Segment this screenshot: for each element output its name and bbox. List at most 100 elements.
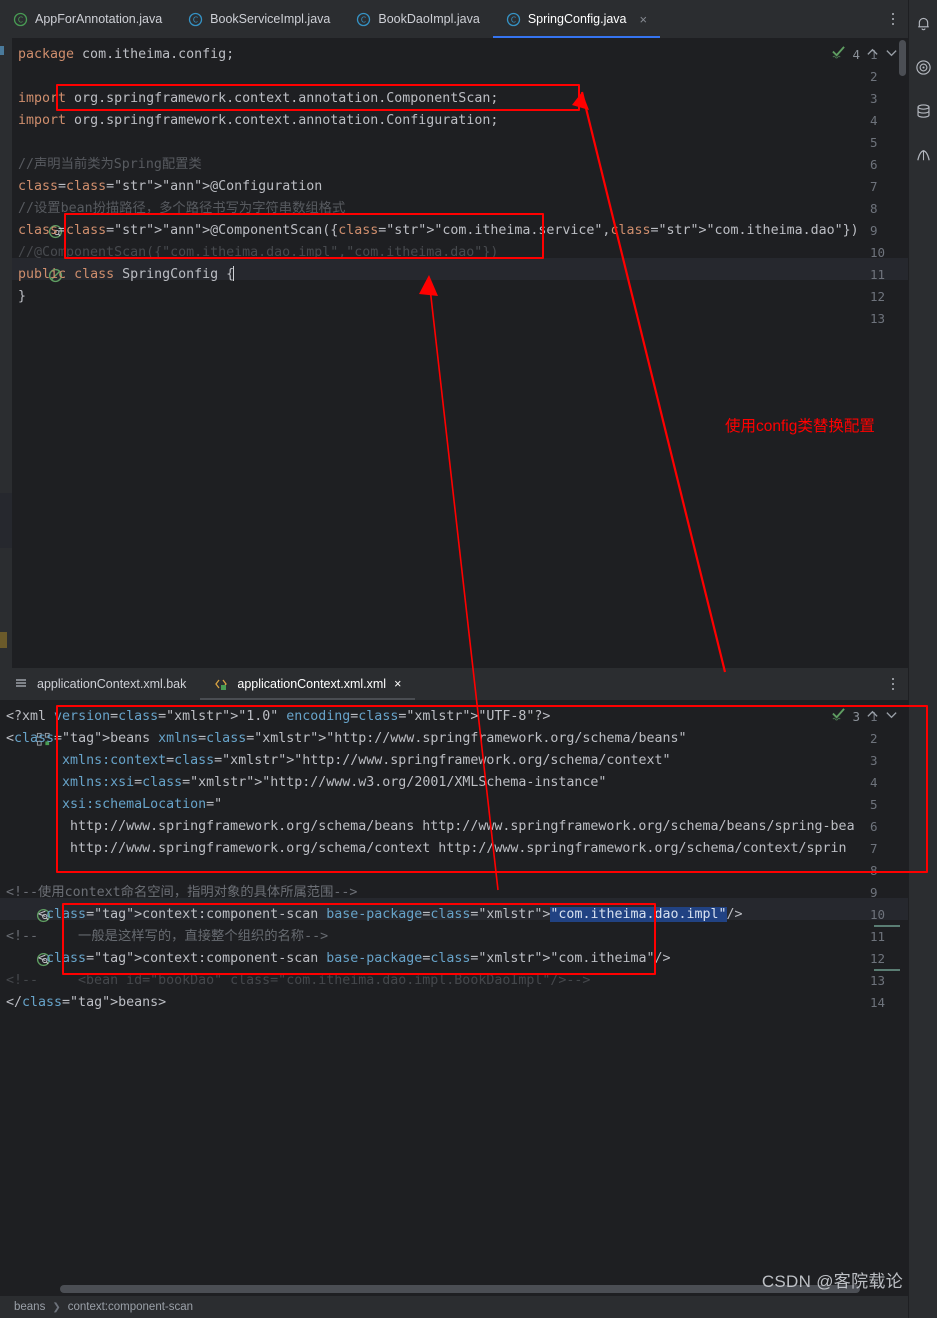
tab-application-context-xml[interactable]: applicationContext.xml.xml × bbox=[200, 668, 416, 700]
inspection-count: 4 bbox=[852, 46, 860, 62]
line-number: 14 bbox=[870, 995, 886, 1010]
code-line[interactable]: <?xml version=class="xmlstr">"1.0" encod… bbox=[0, 706, 550, 728]
tab-app-for-annotation[interactable]: C AppForAnnotation.java bbox=[0, 0, 175, 38]
breadcrumb-item-component-scan[interactable]: context:component-scan bbox=[68, 1301, 193, 1313]
java-class-icon: C bbox=[506, 12, 521, 27]
tab-book-dao-impl[interactable]: C BookDaoImpl.java bbox=[343, 0, 492, 38]
tab-book-service-impl[interactable]: C BookServiceImpl.java bbox=[175, 0, 343, 38]
close-icon[interactable]: × bbox=[394, 677, 401, 691]
maven-icon[interactable] bbox=[912, 140, 934, 170]
line-number: 2 bbox=[870, 731, 878, 746]
notifications-icon[interactable] bbox=[912, 8, 934, 38]
line-number: 3 bbox=[870, 91, 878, 106]
code-line[interactable]: import org.springframework.context.annot… bbox=[12, 88, 498, 110]
code-line[interactable]: xsi:schemaLocation=" bbox=[0, 794, 222, 816]
inspection-widget-top[interactable]: 4 bbox=[831, 46, 898, 62]
java-class-icon: C bbox=[188, 12, 203, 27]
line-number: 9 bbox=[870, 885, 878, 900]
tab-label: SpringConfig.java bbox=[527, 12, 627, 26]
fold-marker[interactable] bbox=[874, 969, 900, 971]
line-number: 12 bbox=[870, 289, 886, 304]
line-number: 5 bbox=[870, 797, 878, 812]
code-line[interactable]: <class="tag">context:component-scan base… bbox=[0, 948, 670, 970]
editor-java-spring-config[interactable]: 1 package com.itheima.config; 2 3 import org… bbox=[12, 38, 908, 668]
vertical-scrollbar-top[interactable] bbox=[899, 40, 906, 76]
code-line[interactable]: //设置bean扮描路径，多个路径书写为字符串数组格式 bbox=[12, 198, 345, 220]
code-line[interactable]: xmlns:xsi=class="xmlstr">"http://www.w3.… bbox=[0, 772, 606, 794]
tab-label: applicationContext.xml.xml bbox=[237, 677, 387, 691]
line-number: 11 bbox=[870, 267, 886, 282]
editor-tabbar-bottom: applicationContext.xml.bak applicationCo… bbox=[0, 668, 908, 700]
code-line[interactable] bbox=[12, 132, 18, 154]
code-line[interactable]: <!-- 一般是这样写的，直接整个组织的名称--> bbox=[0, 926, 328, 948]
line-number: 8 bbox=[870, 201, 878, 216]
code-line[interactable]: //声明当前类为Spring配置类 bbox=[12, 154, 202, 176]
more-tabs-menu-button[interactable] bbox=[878, 0, 908, 38]
tab-spring-config[interactable]: C SpringConfig.java × bbox=[492, 0, 661, 38]
code-line[interactable]: import org.springframework.context.annot… bbox=[12, 110, 498, 132]
line-number: 12 bbox=[870, 951, 886, 966]
chevron-down-icon[interactable] bbox=[885, 708, 898, 724]
code-line[interactable] bbox=[12, 66, 18, 88]
inspection-widget-bottom[interactable]: 3 bbox=[831, 708, 898, 724]
code-line[interactable] bbox=[0, 860, 6, 882]
code-line[interactable]: http://www.springframework.org/schema/co… bbox=[0, 838, 847, 860]
database-icon[interactable] bbox=[912, 96, 934, 126]
more-tabs-menu-button-bottom[interactable] bbox=[878, 668, 908, 700]
code-line[interactable]: package com.itheima.config; bbox=[12, 44, 234, 66]
vertical-dots-icon bbox=[891, 12, 895, 26]
xml-file-icon bbox=[214, 677, 229, 692]
close-icon[interactable]: × bbox=[640, 12, 648, 27]
breadcrumb-separator: ❯ bbox=[52, 1301, 61, 1313]
breadcrumb-item-beans[interactable]: beans bbox=[14, 1301, 45, 1313]
annotation-note: 使用config类替换配置 bbox=[725, 418, 875, 435]
ide-window: C AppForAnnotation.java C BookServiceImp… bbox=[0, 0, 937, 1318]
chevron-down-icon[interactable] bbox=[885, 46, 898, 62]
code-line[interactable]: class=class="str">"ann">@ComponentScan({… bbox=[12, 220, 859, 242]
line-number: 8 bbox=[870, 863, 878, 878]
status-breadcrumb-bar: beans ❯ context:component-scan bbox=[0, 1296, 908, 1318]
inspection-check-icon bbox=[831, 708, 846, 724]
line-number: 3 bbox=[870, 753, 878, 768]
line-number: 7 bbox=[870, 841, 878, 856]
horizontal-scrollbar-bottom[interactable] bbox=[60, 1285, 860, 1293]
line-number: 6 bbox=[870, 819, 878, 834]
code-line[interactable]: xmlns:context=class="xmlstr">"http://www… bbox=[0, 750, 670, 772]
marker-orange bbox=[0, 632, 7, 648]
code-line[interactable]: <!--使用context命名空间，指明对象的具体所属范围--> bbox=[0, 882, 357, 904]
line-number: 4 bbox=[870, 113, 878, 128]
marker-blue bbox=[0, 46, 4, 55]
chevron-up-icon[interactable] bbox=[866, 46, 879, 62]
svg-text:C: C bbox=[361, 15, 366, 24]
code-line[interactable]: <class="tag">beans xmlns=class="xmlstr">… bbox=[0, 728, 687, 750]
line-number: 13 bbox=[870, 973, 886, 988]
structure-target-icon[interactable] bbox=[912, 52, 934, 82]
code-line[interactable]: <class="tag">context:component-scan base… bbox=[0, 904, 743, 926]
editor-xml-application-context[interactable]: 1 <?xml version=class="xmlstr">"1.0" enco… bbox=[0, 700, 908, 1296]
code-line[interactable]: } bbox=[12, 286, 26, 308]
code-line[interactable]: </class="tag">beans> bbox=[0, 992, 166, 1014]
editor-tabbar-top: C AppForAnnotation.java C BookServiceImp… bbox=[0, 0, 908, 38]
marker-region bbox=[0, 493, 12, 548]
line-number: 4 bbox=[870, 775, 878, 790]
code-line[interactable]: <!-- <bean id="bookDao" class="com.ithei… bbox=[0, 970, 590, 992]
code-line[interactable]: //@ComponentScan({"com.itheima.dao.impl"… bbox=[12, 242, 498, 264]
tab-application-context-bak[interactable]: applicationContext.xml.bak bbox=[0, 668, 200, 700]
line-number: 10 bbox=[870, 907, 886, 922]
code-line[interactable]: http://www.springframework.org/schema/be… bbox=[0, 816, 855, 838]
line-number: 6 bbox=[870, 157, 878, 172]
line-number: 5 bbox=[870, 135, 878, 150]
line-number: 9 bbox=[870, 223, 878, 238]
chevron-up-icon[interactable] bbox=[866, 708, 879, 724]
tab-label: BookServiceImpl.java bbox=[210, 12, 331, 26]
fold-marker[interactable] bbox=[874, 925, 900, 927]
code-line[interactable] bbox=[12, 308, 18, 330]
gutter-top[interactable] bbox=[12, 38, 68, 668]
right-tool-rail bbox=[908, 0, 937, 1318]
code-line[interactable]: public class SpringConfig { bbox=[12, 264, 235, 286]
code-line[interactable]: class=class="str">"ann">@Configuration bbox=[12, 176, 322, 198]
left-marker-rail bbox=[0, 38, 12, 668]
inspection-check-icon bbox=[831, 46, 846, 62]
tab-label: applicationContext.xml.bak bbox=[37, 677, 187, 691]
java-class-icon: C bbox=[13, 12, 28, 27]
